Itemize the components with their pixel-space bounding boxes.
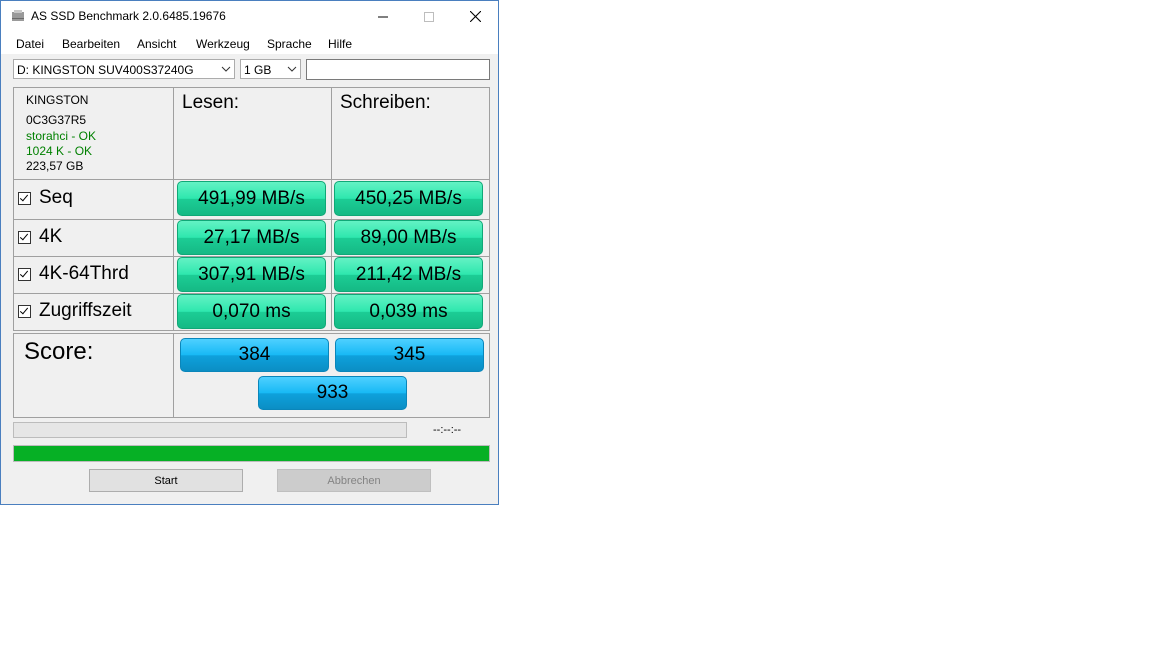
test-row-4k-64thrd: 4K-64Thrd [13,256,174,294]
test-label[interactable]: Zugriffszeit [18,300,132,322]
menu-bar: Datei Bearbeiten Ansicht Werkzeug Sprach… [1,32,498,54]
test-label-text: 4K [39,226,63,247]
size-select-value: 1 GB [244,63,272,77]
title-bar[interactable]: AS SSD Benchmark 2.0.6485.19676 [1,1,498,32]
minimize-button[interactable] [360,1,406,32]
test-label-text: Seq [39,187,73,208]
overall-progress-bar [13,445,490,462]
chevron-down-icon [287,66,297,72]
checkbox-checked-icon[interactable] [18,230,31,244]
test-label-text: 4K-64Thrd [39,263,129,284]
maximize-icon [424,11,434,22]
drive-select-value: D: KINGSTON SUV400S37240G [17,63,194,77]
as-ssd-window: AS SSD Benchmark 2.0.6485.19676 Datei Be… [0,0,499,505]
read-header-cell: Lesen: [173,87,332,180]
menu-werkzeug[interactable]: Werkzeug [196,37,250,51]
result-seq-write: 450,25 MB/s [334,181,483,216]
checkbox-checked-icon[interactable] [18,304,31,318]
close-button[interactable] [452,1,498,32]
result-4k-read: 27,17 MB/s [177,220,326,255]
size-select[interactable]: 1 GB [240,59,301,79]
read-header: Lesen: [182,92,240,113]
driver-status: storahci - OK [26,129,97,143]
start-button[interactable]: Start [89,469,243,492]
score-total: 933 [258,376,407,410]
result-4k-write: 89,00 MB/s [334,220,483,255]
score-read: 384 [180,338,329,372]
menu-sprache[interactable]: Sprache [267,37,312,51]
menu-ansicht[interactable]: Ansicht [137,37,176,51]
result-seq-read: 491,99 MB/s [177,181,326,216]
test-row-seq: Seq [13,179,174,220]
test-row-4k: 4K [13,219,174,257]
result-access-write: 0,039 ms [334,294,483,329]
results-grid: KINGSTON 0C3G37R5 storahci - OK 1024 K -… [13,87,490,418]
menu-bearbeiten[interactable]: Bearbeiten [62,37,120,51]
test-progress-bar [13,422,407,438]
score-label: Score: [24,338,94,365]
score-write: 345 [335,338,484,372]
window-title: AS SSD Benchmark 2.0.6485.19676 [31,9,226,23]
test-label-text: Zugriffszeit [39,300,132,321]
search-input[interactable] [306,59,490,80]
app-icon [12,10,24,21]
score-label-cell: Score: [13,333,174,418]
drive-model: KINGSTON [26,93,89,107]
test-label[interactable]: 4K [18,226,62,248]
elapsed-time: --:--:-- [433,424,462,436]
checkbox-checked-icon[interactable] [18,267,31,281]
result-4k64-read: 307,91 MB/s [177,257,326,292]
write-header-cell: Schreiben: [331,87,490,180]
maximize-button[interactable] [406,1,452,32]
result-access-read: 0,070 ms [177,294,326,329]
minimize-icon [378,16,388,17]
test-row-access-time: Zugriffszeit [13,293,174,331]
test-label[interactable]: 4K-64Thrd [18,263,129,285]
menu-hilfe[interactable]: Hilfe [328,37,352,51]
checkbox-checked-icon[interactable] [18,191,31,205]
chevron-down-icon [221,66,231,72]
drive-capacity: 223,57 GB [26,159,84,173]
close-icon [469,11,481,22]
menu-datei[interactable]: Datei [16,37,44,51]
result-4k64-write: 211,42 MB/s [334,257,483,292]
alignment-status: 1024 K - OK [26,144,93,158]
cancel-button[interactable]: Abbrechen [277,469,431,492]
drive-info-cell: KINGSTON 0C3G37R5 storahci - OK 1024 K -… [13,87,174,180]
test-label[interactable]: Seq [18,187,73,209]
write-header: Schreiben: [340,92,431,113]
drive-firmware: 0C3G37R5 [26,113,87,127]
drive-select[interactable]: D: KINGSTON SUV400S37240G [13,59,235,79]
